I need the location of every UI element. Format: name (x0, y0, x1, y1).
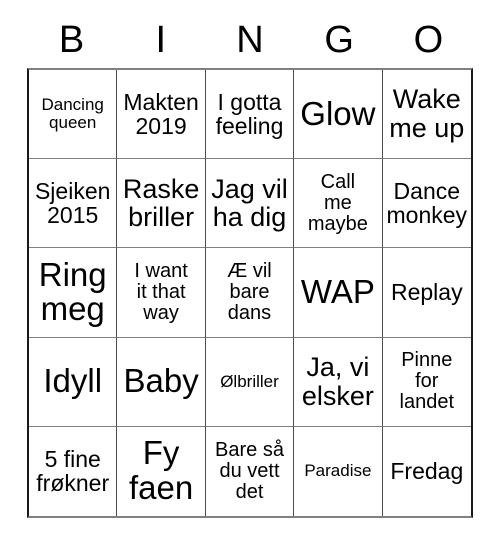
header-letter-i: I (155, 19, 167, 61)
bingo-cell[interactable]: Dance monkey (382, 159, 471, 249)
bingo-cell[interactable]: Baby (117, 337, 206, 427)
bingo-cell[interactable]: Call me maybe (294, 159, 383, 249)
bingo-cell[interactable]: Æ vil bare dans (205, 248, 295, 338)
bingo-cell[interactable]: Raske briller (117, 159, 206, 249)
bingo-cell[interactable]: Replay (382, 248, 471, 338)
bingo-cell[interactable]: Wake me up (382, 70, 471, 160)
bingo-cell-label: I want it that way (134, 259, 188, 325)
bingo-cell-label: Makten 2019 (123, 88, 199, 140)
bingo-cell-label: Jag vil ha dig (211, 173, 288, 233)
bingo-cell[interactable]: Paradise (294, 426, 383, 516)
bingo-cell[interactable]: Ring meg (29, 248, 118, 338)
bingo-cell-label: Fy faen (128, 434, 194, 507)
bingo-cell-label: Replay (390, 279, 463, 306)
bingo-cell[interactable]: Ja, vi elsker (294, 337, 383, 427)
bingo-cell[interactable]: Jag vil ha dig (205, 159, 295, 249)
bingo-cell-label: Sjeiken 2015 (34, 177, 111, 229)
bingo-cell-label: Ølbriller (220, 371, 279, 391)
bingo-cell-label: Paradise (304, 461, 372, 481)
bingo-cell[interactable]: Pinne for landet (382, 338, 471, 427)
bingo-cell-label: Pinne for landet (399, 348, 455, 414)
bingo-cell[interactable]: I want it that way (117, 248, 206, 338)
bingo-cell-label: Call me maybe (307, 170, 368, 235)
bingo-cell[interactable]: Fredag (383, 427, 471, 516)
bingo-grid: Dancing queen Makten 2019 I gotta feeling G… (27, 68, 473, 518)
header-letter-g: G (324, 19, 354, 61)
header-letter-o: O (413, 19, 444, 61)
bingo-cell[interactable]: Ølbriller (205, 337, 295, 427)
bingo-cell-label: Ring meg (38, 255, 107, 328)
bingo-cell-label: 5 fine frøkner (36, 445, 110, 497)
bingo-cell-label: Baby (123, 362, 199, 400)
bingo-cell[interactable]: Dancing queen (29, 70, 118, 160)
bingo-cell[interactable]: Bare så du vett det (206, 426, 295, 516)
bingo-card: B I N G O Dancing queen Makten 2019 I gott… (27, 12, 473, 518)
bingo-cell-label: Dancing queen (41, 95, 104, 133)
bingo-cell[interactable]: Sjeiken 2015 (29, 159, 118, 249)
bingo-cell-label: Glow (300, 94, 376, 132)
bingo-cell-label: Dance monkey (386, 177, 468, 229)
bingo-cell-label: WAP (300, 272, 375, 310)
bingo-cell[interactable]: Glow (294, 70, 383, 160)
bingo-cell[interactable]: WAP (294, 248, 383, 338)
bingo-cell[interactable]: Idyll (29, 337, 118, 427)
bingo-cell-label: Idyll (43, 362, 103, 400)
bingo-cell-label: Wake me up (389, 84, 465, 144)
bingo-cell[interactable]: I gotta feeling (205, 70, 295, 160)
bingo-cell[interactable]: 5 fine frøkner (29, 426, 118, 516)
bingo-cell-label: Raske briller (122, 173, 200, 233)
bingo-cell[interactable]: Fy faen (117, 426, 206, 516)
bingo-cell-label: Fredag (390, 458, 464, 485)
bingo-cell[interactable]: Makten 2019 (117, 70, 206, 160)
header-letter-n: N (236, 19, 264, 61)
bingo-cell-label: I gotta feeling (215, 88, 284, 140)
bingo-header-row: B I N G O (27, 12, 473, 68)
bingo-cell-label: Ja, vi elsker (301, 352, 374, 411)
header-letter-b: B (58, 19, 85, 61)
bingo-cell-label: Bare så du vett det (215, 438, 284, 503)
bingo-cell-label: Æ vil bare dans (227, 259, 272, 325)
